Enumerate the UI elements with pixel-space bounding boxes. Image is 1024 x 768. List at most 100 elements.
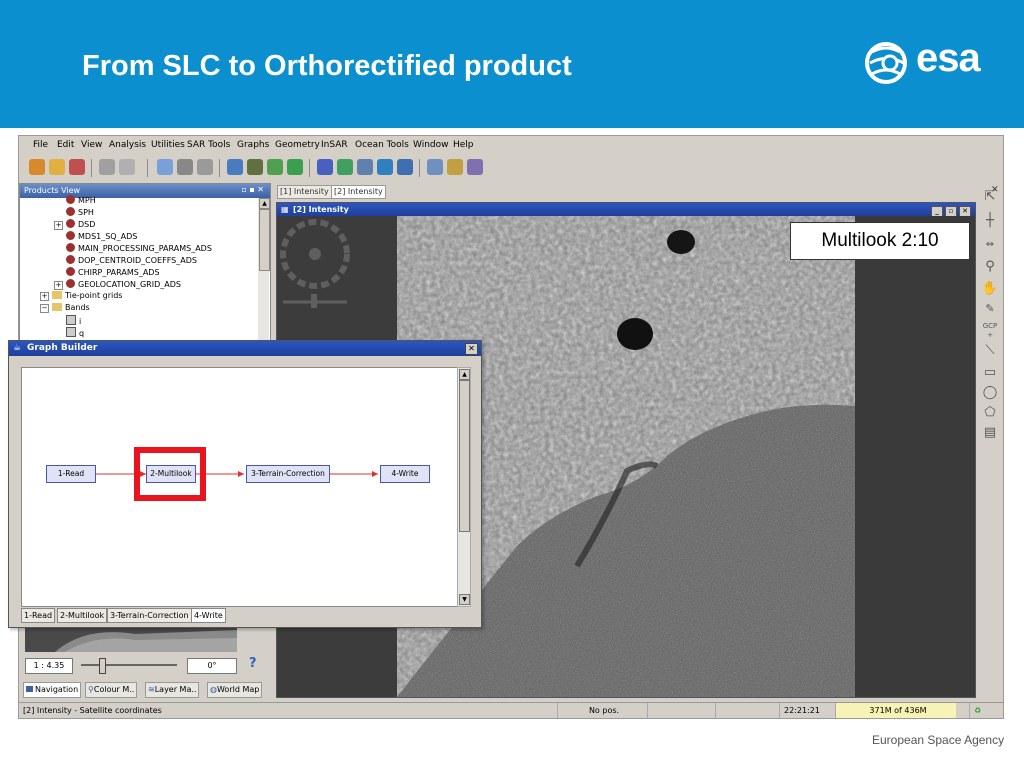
rotation-angle-field[interactable]: 0° [187, 658, 237, 674]
tree-item[interactable]: q [66, 327, 84, 339]
open-folder-icon[interactable] [49, 159, 65, 175]
settings-icon[interactable] [427, 159, 443, 175]
tab-layer-manager[interactable]: ≋Layer Ma.. [145, 682, 200, 698]
close-product-icon[interactable] [69, 159, 85, 175]
zoom-slider[interactable] [81, 664, 177, 666]
zoom-level-field[interactable]: 1 : 4.35 [25, 658, 73, 674]
ellipse-tool-icon[interactable]: ◯ [981, 384, 999, 402]
tree-item[interactable]: SPH [66, 207, 94, 219]
polygon-tool-icon[interactable]: ⬠ [981, 404, 999, 422]
slide-title: From SLC to Orthorectified product [82, 50, 572, 82]
tree-item[interactable]: − Bands [40, 303, 90, 315]
tab-terrain-correction[interactable]: 3-Terrain-Correction [107, 608, 192, 623]
image-view-icon[interactable] [227, 159, 243, 175]
image-view-tabs: [1] Intensity [2] Intensity [275, 184, 975, 199]
range-finder-icon[interactable]: ⇔ [981, 236, 999, 254]
tab-colour-manipulation[interactable]: ⚲Colour M.. [85, 682, 138, 698]
tab-multilook[interactable]: 2-Multilook [57, 608, 108, 623]
pin-tool-icon[interactable]: ✎ [981, 300, 999, 318]
menu-ocean-tools[interactable]: Ocean Tools [355, 140, 409, 150]
node-read[interactable]: 1-Read [46, 465, 96, 483]
tab-navigation[interactable]: Navigation [23, 682, 82, 698]
intensity-window-titlebar: ▦ [2] Intensity _ ▫ ✕ [277, 203, 975, 217]
garbage-collect-icon[interactable]: ♻ [969, 703, 988, 718]
line-tool-icon[interactable]: ⟍ [981, 342, 999, 360]
rectangle-tool-icon[interactable]: ▭ [981, 364, 999, 382]
menu-sar-tools[interactable]: SAR Tools [187, 140, 230, 150]
zoom-slider-handle[interactable] [99, 658, 106, 674]
select-tool-icon[interactable]: ⇱ [981, 188, 999, 206]
help-icon[interactable]: ? [249, 656, 257, 671]
database-icon[interactable] [177, 159, 193, 175]
multilook-icon[interactable] [287, 159, 303, 175]
graph-canvas[interactable]: 1-Read 2-Multilook 3-Terrain-Correction … [21, 367, 459, 607]
tree-item[interactable]: + DSD [54, 219, 95, 231]
scroll-up-icon[interactable]: ▲ [459, 369, 470, 380]
graph-canvas-scrollbar[interactable]: ▲ ▼ [457, 367, 471, 607]
node-write[interactable]: 4-Write [380, 465, 430, 483]
tab-read[interactable]: 1-Read [21, 608, 56, 623]
panel-controls-icon[interactable]: ▫ ▪ ✕ [241, 185, 264, 194]
menu-graphs[interactable]: Graphs [237, 140, 269, 150]
navigation-preview[interactable] [25, 626, 237, 652]
expand-icon[interactable]: + [54, 221, 63, 230]
close-icon[interactable]: ✕ [465, 343, 478, 355]
band-icon [66, 327, 76, 337]
scrollbar-thumb[interactable] [459, 380, 470, 532]
scrollbar-thumb[interactable] [259, 209, 270, 271]
tab-intensity-2[interactable]: [2] Intensity [331, 185, 386, 199]
crosshair-tool-icon[interactable]: ┼ [981, 212, 999, 230]
tab-world-map[interactable]: ◍World Map [207, 682, 263, 698]
graph-icon[interactable] [157, 159, 173, 175]
menu-geometry[interactable]: Geometry [275, 140, 320, 150]
user-icon[interactable] [247, 159, 263, 175]
tree-item[interactable]: i [66, 315, 81, 327]
about-icon[interactable] [467, 159, 483, 175]
tree-item[interactable]: + Tie-point grids [40, 291, 122, 303]
edit-icon[interactable] [447, 159, 463, 175]
collapse-icon[interactable]: − [40, 304, 49, 313]
scroll-up-icon[interactable]: ▲ [259, 198, 270, 209]
menu-file[interactable]: File [33, 140, 48, 150]
open-product-icon[interactable] [29, 159, 45, 175]
memory-indicator[interactable]: 371M of 436M [835, 703, 956, 718]
expand-icon[interactable]: + [40, 292, 49, 301]
tree-item[interactable]: MAIN_PROCESSING_PARAMS_ADS [66, 243, 212, 255]
zoom-tool-icon[interactable]: ⚲ [981, 258, 999, 276]
magic-wand-icon[interactable]: ▤ [981, 424, 999, 442]
filter-icon[interactable] [317, 159, 333, 175]
metadata-icon [66, 279, 75, 288]
terrain-correction-icon[interactable] [337, 159, 353, 175]
export-icon[interactable] [99, 159, 115, 175]
node-multilook[interactable]: 2-Multilook [146, 465, 196, 483]
batch-icon[interactable] [197, 159, 213, 175]
tree-item[interactable]: DOP_CENTROID_COEFFS_ADS [66, 255, 197, 267]
globe-icon[interactable] [377, 159, 393, 175]
menu-analysis[interactable]: Analysis [109, 140, 146, 150]
tab-write[interactable]: 4-Write [191, 608, 226, 623]
world-map-icon[interactable] [397, 159, 413, 175]
esa-wordmark: esa [916, 36, 981, 80]
tool-palette: ⇱ ┼ ⇔ ⚲ ✋ ✎ GCP + ⟍ ▭ ◯ ⬠ ▤ [977, 182, 1003, 442]
scroll-down-icon[interactable]: ▼ [459, 594, 470, 605]
tree-item[interactable]: + GEOLOCATION_GRID_ADS [54, 279, 181, 291]
menu-window[interactable]: Window [413, 140, 449, 150]
menu-edit[interactable]: Edit [57, 140, 74, 150]
coregistration-icon[interactable] [357, 159, 373, 175]
calibration-icon[interactable] [267, 159, 283, 175]
tree-item[interactable]: MDS1_SQ_ADS [66, 231, 137, 243]
tab-intensity-1[interactable]: [1] Intensity [277, 185, 332, 199]
toolbar-separator [147, 159, 148, 177]
node-terrain-correction[interactable]: 3-Terrain-Correction [246, 465, 330, 483]
menu-insar[interactable]: InSAR [321, 140, 348, 150]
save-icon[interactable] [119, 159, 135, 175]
menu-view[interactable]: View [81, 140, 102, 150]
tree-item[interactable]: CHIRP_PARAMS_ADS [66, 267, 160, 279]
status-message: [2] Intensity - Satellite coordinates [23, 706, 162, 715]
pan-tool-icon[interactable]: ✋ [981, 280, 999, 298]
menu-help[interactable]: Help [453, 140, 474, 150]
tree-item[interactable]: MPH [66, 195, 96, 207]
menu-utilities[interactable]: Utilities [151, 140, 185, 150]
expand-icon[interactable]: + [54, 281, 63, 290]
gcp-tool-icon[interactable]: GCP + [981, 322, 999, 340]
